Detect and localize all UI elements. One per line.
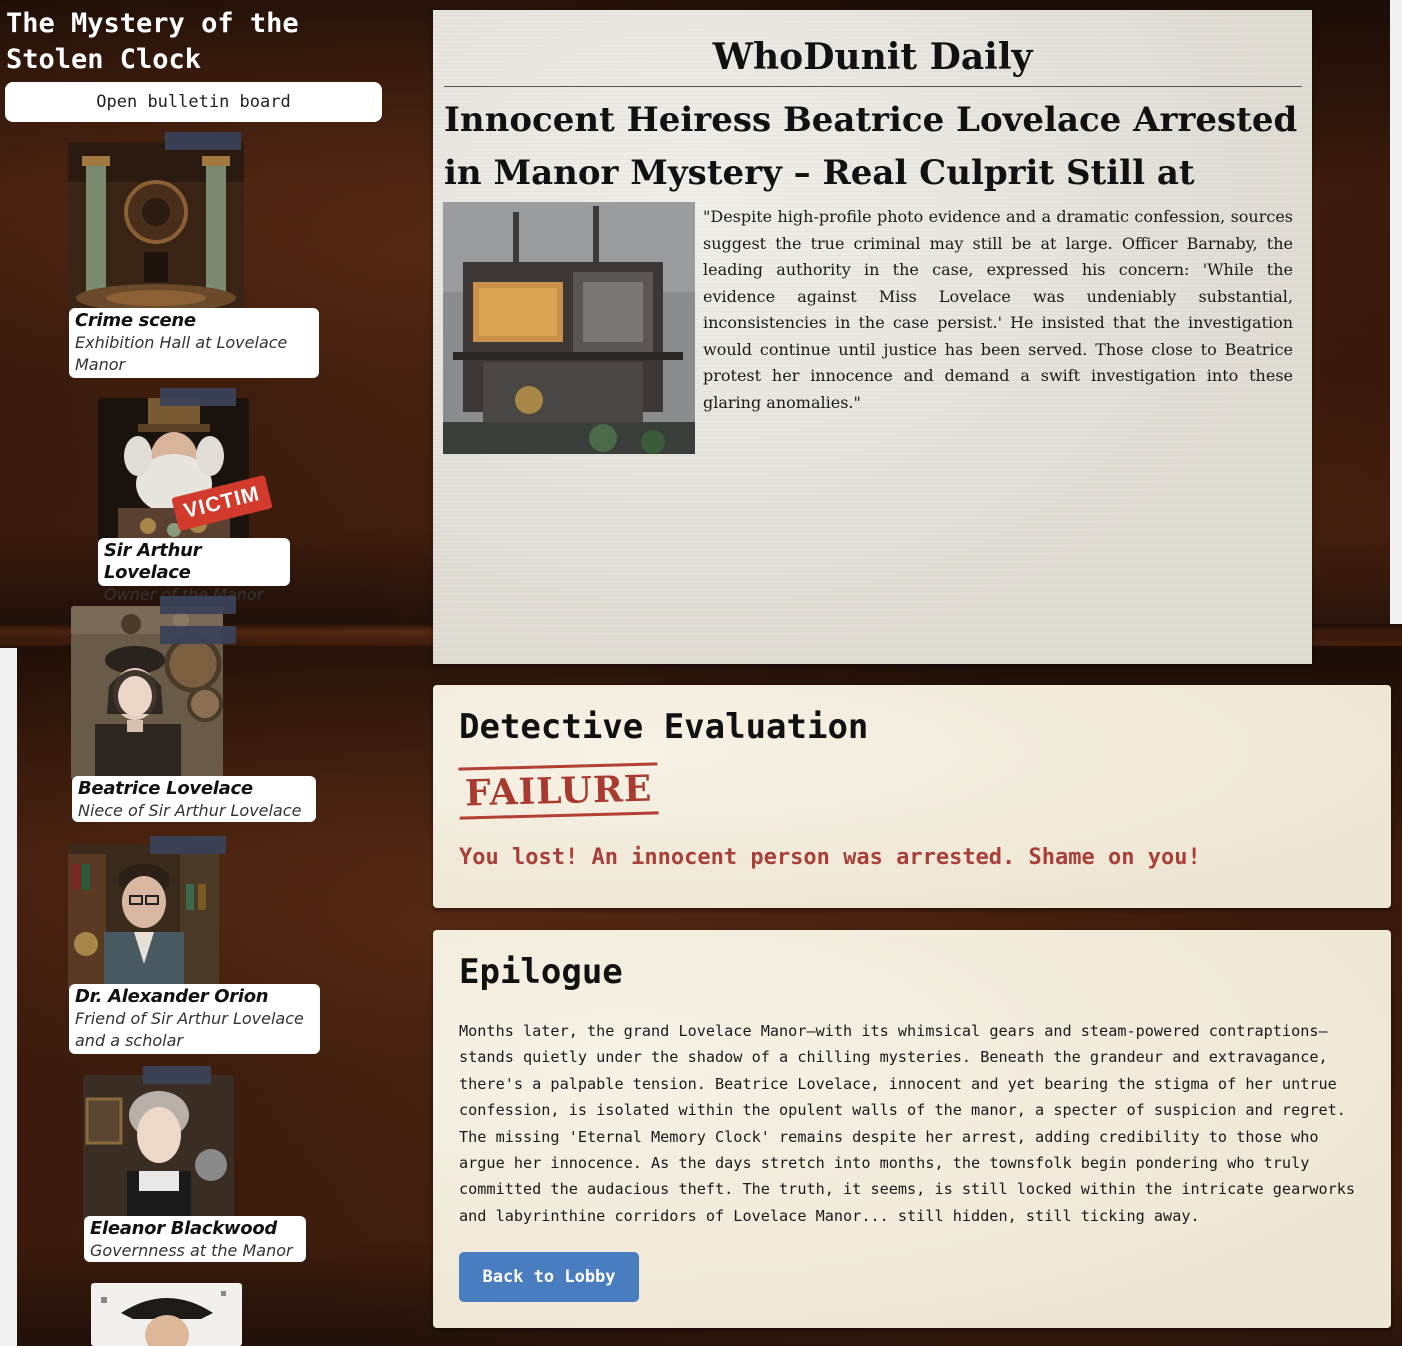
card-role: Governness at the Manor xyxy=(90,1241,293,1260)
eleanor-portrait xyxy=(83,1075,234,1221)
card-label: Eleanor Blackwood Governness at the Mano… xyxy=(84,1216,306,1262)
card-name: Dr. Alexander Orion xyxy=(75,986,269,1007)
tape-decoration xyxy=(150,836,226,854)
card-name: Eleanor Blackwood xyxy=(90,1218,277,1239)
card-label: Beatrice Lovelace Niece of Sir Arthur Lo… xyxy=(72,776,316,822)
newspaper-article: "Despite high-profile photo evidence and… xyxy=(703,207,1293,412)
newspaper-photo xyxy=(443,202,695,454)
tape-decoration xyxy=(160,626,236,644)
failure-stamp: FAILURE xyxy=(458,762,659,820)
card-name: Sir Arthur Lovelace xyxy=(104,540,202,583)
sir-arthur-portrait xyxy=(98,398,249,548)
epilogue-panel: Epilogue Months later, the grand Lovelac… xyxy=(433,930,1391,1328)
back-to-lobby-button[interactable]: Back to Lobby xyxy=(459,1252,639,1302)
masthead-divider xyxy=(444,86,1302,87)
newspaper-masthead: WhoDunit Daily xyxy=(712,36,1033,78)
card-label: Dr. Alexander Orion Friend of Sir Arthur… xyxy=(69,984,320,1054)
game-title: The Mystery of the Stolen Clock xyxy=(6,8,299,75)
card-role: Niece of Sir Arthur Lovelace xyxy=(78,801,302,820)
open-bulletin-board-button[interactable]: Open bulletin board xyxy=(5,82,382,122)
dr-orion-portrait xyxy=(68,844,219,990)
detective-evaluation-panel: Detective Evaluation FAILURE You lost! A… xyxy=(433,685,1391,908)
tape-decoration xyxy=(165,132,241,150)
tape-decoration xyxy=(143,1066,211,1084)
character-portrait xyxy=(91,1283,242,1346)
card-name: Crime scene xyxy=(75,310,196,331)
crime-scene-image xyxy=(68,142,244,312)
card-role: Exhibition Hall at Lovelace Manor xyxy=(75,333,288,374)
beatrice-portrait xyxy=(71,634,223,780)
tape-decoration xyxy=(160,596,236,614)
epilogue-title: Epilogue xyxy=(459,952,623,992)
result-message: You lost! An innocent person was arreste… xyxy=(459,845,1201,870)
tape-decoration xyxy=(160,388,236,406)
card-role: Friend of Sir Arthur Lovelace and a scho… xyxy=(75,1009,304,1050)
newspaper: WhoDunit Daily Innocent Heiress Beatrice… xyxy=(433,10,1312,664)
sidebar: The Mystery of the Stolen Clock Open bul… xyxy=(0,0,400,1346)
epilogue-text: Months later, the grand Lovelace Manor—w… xyxy=(459,1022,1356,1225)
evaluation-title: Detective Evaluation xyxy=(459,707,869,747)
card-name: Beatrice Lovelace xyxy=(78,778,253,799)
card-label: Crime scene Exhibition Hall at Lovelace … xyxy=(69,308,319,378)
card-label: Sir Arthur Lovelace Owner of the Manor xyxy=(98,538,290,604)
